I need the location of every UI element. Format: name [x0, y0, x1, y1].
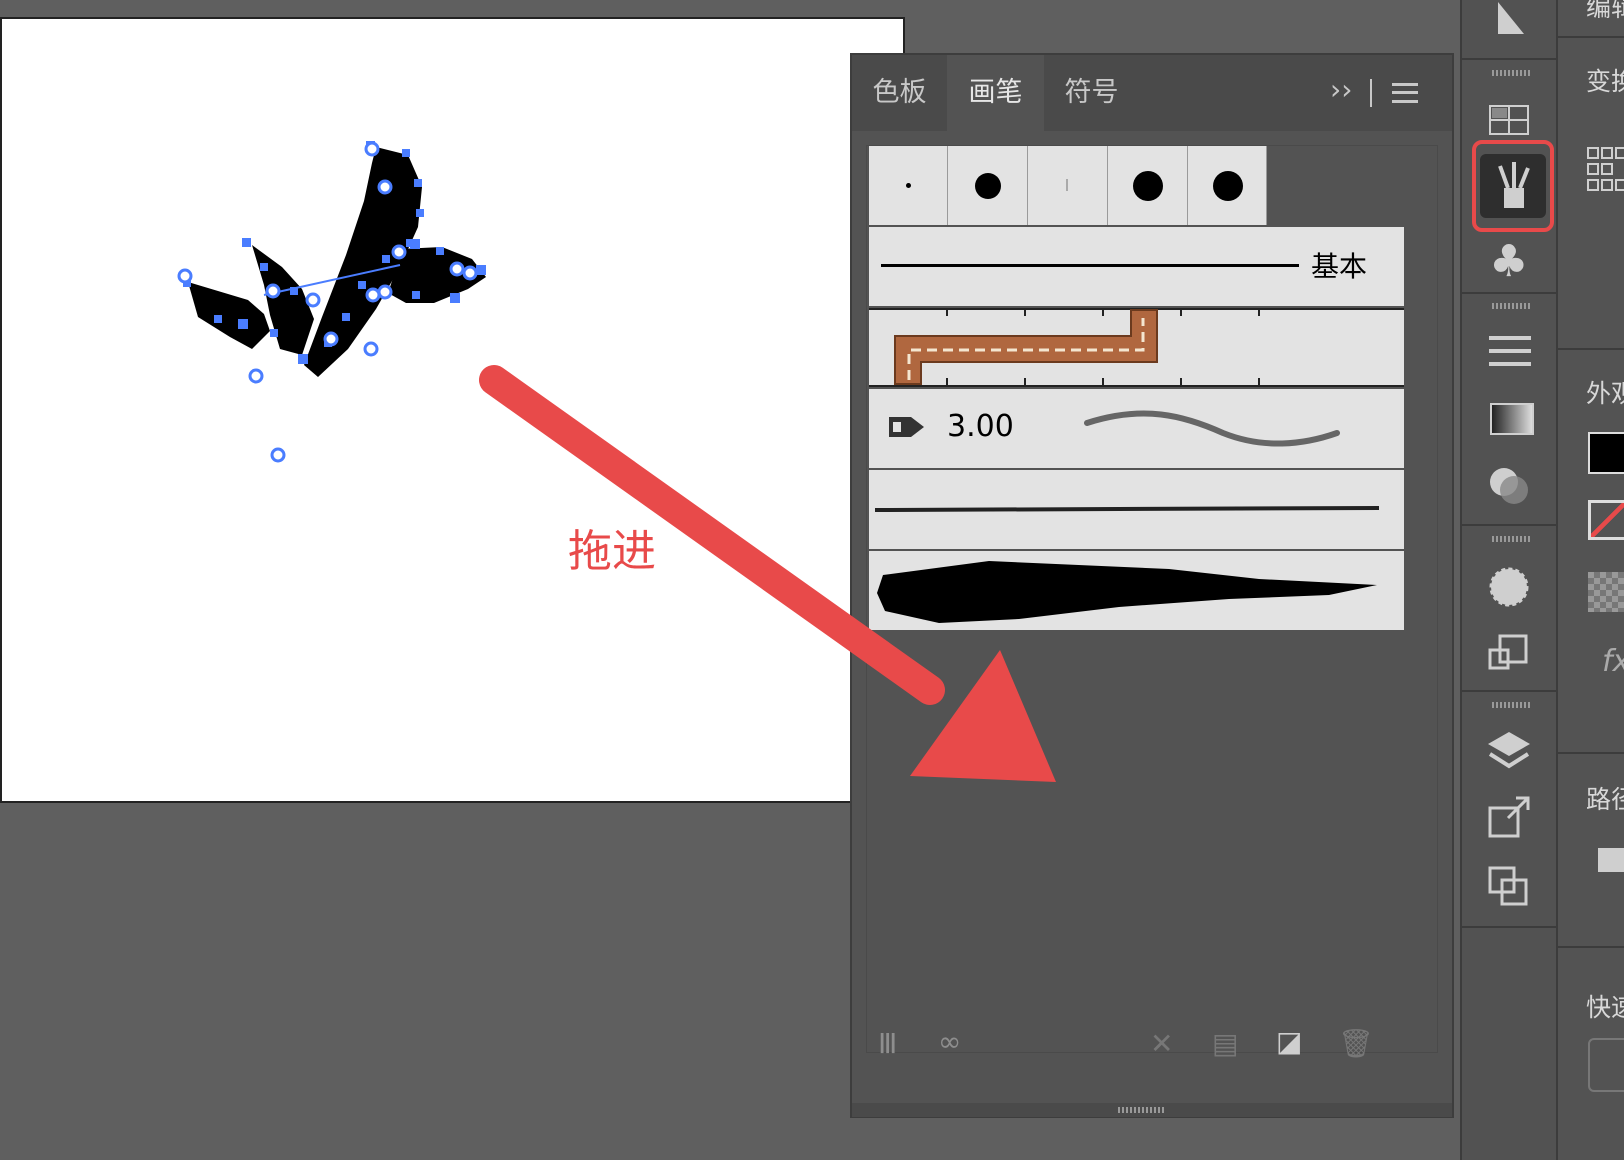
fx-icon[interactable]: fx	[1602, 644, 1624, 679]
panel-menu-icon[interactable]	[1392, 83, 1418, 103]
align-transform-icon[interactable]	[1484, 630, 1534, 680]
selected-brush-artwork[interactable]	[2, 19, 903, 801]
panel-collapse-icon[interactable]: ››	[1330, 73, 1352, 106]
reference-point-icon[interactable]	[1586, 146, 1624, 194]
gradient-icon[interactable]	[1484, 0, 1534, 50]
brushes-panel: 色板 画笔 符号 ›› 基本 3.00 Ⅲ ∞ ✕ ▤ ◪ 🗑	[850, 53, 1454, 1118]
artboards-icon[interactable]	[1484, 862, 1534, 912]
brush-charcoal[interactable]	[869, 470, 1404, 549]
tool-dock: ♣	[1460, 0, 1558, 1160]
brush-tile-5[interactable]	[1188, 146, 1267, 225]
new-brush-icon[interactable]: ◪	[1276, 1025, 1302, 1058]
brush-size-value: 3.00	[947, 409, 1014, 444]
prop-label-transform: 变换	[1586, 67, 1624, 96]
transparency-icon[interactable]	[1484, 460, 1534, 510]
brush-list: 基本 3.00	[866, 145, 1438, 1053]
prop-label-appearance: 外观	[1586, 379, 1624, 408]
panel-resize-bar[interactable]	[852, 1103, 1452, 1117]
stroke-swatch[interactable]	[1588, 500, 1624, 540]
artboard[interactable]	[0, 17, 905, 803]
layers-icon[interactable]	[1484, 728, 1534, 778]
delete-icon[interactable]: 🗑	[1338, 1027, 1374, 1060]
brush-libraries-icon[interactable]: Ⅲ	[878, 1027, 897, 1060]
brush-pattern[interactable]	[869, 308, 1404, 387]
quick-action-button[interactable]	[1588, 1038, 1624, 1092]
path-shape-icon[interactable]	[1598, 848, 1624, 872]
gradient-panel-icon[interactable]	[1490, 403, 1534, 435]
brush-tile-2[interactable]	[948, 146, 1028, 225]
brush-tile-1[interactable]	[869, 146, 948, 225]
panel-tab-bar: 色板 画笔 符号 ››	[852, 55, 1452, 131]
tab-brushes[interactable]: 画笔	[947, 55, 1044, 131]
brush-calligraphic[interactable]: 3.00	[869, 389, 1404, 468]
options-icon[interactable]: ▤	[1212, 1027, 1238, 1060]
stroke-icon[interactable]	[1489, 336, 1531, 366]
prop-label-path: 路径	[1586, 785, 1624, 814]
tag-icon	[889, 417, 924, 437]
brush-tile-4[interactable]	[1108, 146, 1188, 225]
drag-hint-text: 拖进	[568, 526, 656, 577]
brush-ink[interactable]	[869, 551, 1404, 630]
opacity-swatch[interactable]	[1588, 572, 1624, 612]
brush-icon	[1498, 162, 1530, 208]
brush-basic-label: 基本	[1311, 250, 1368, 283]
brush-basic[interactable]: 基本	[869, 227, 1404, 306]
remove-stroke-icon[interactable]: ✕	[1150, 1027, 1173, 1060]
fill-swatch[interactable]	[1588, 432, 1624, 474]
libraries-link-icon[interactable]: ∞	[938, 1025, 961, 1058]
prop-label-quick: 快速	[1586, 993, 1624, 1022]
symbols-club-icon[interactable]: ♣	[1489, 236, 1528, 287]
prop-label-edit: 编辑	[1586, 0, 1624, 22]
brush-tile-3[interactable]	[1028, 146, 1108, 225]
appearance-circle-icon[interactable]	[1484, 562, 1534, 612]
tab-symbols[interactable]: 符号	[1044, 55, 1139, 131]
brushes-panel-button[interactable]	[1480, 154, 1546, 218]
properties-panel: 编辑 变换 外观 fx 路径 快速	[1558, 0, 1624, 1160]
export-icon[interactable]	[1484, 794, 1534, 844]
panel-divider	[1370, 79, 1372, 107]
tab-swatches[interactable]: 色板	[852, 55, 947, 131]
